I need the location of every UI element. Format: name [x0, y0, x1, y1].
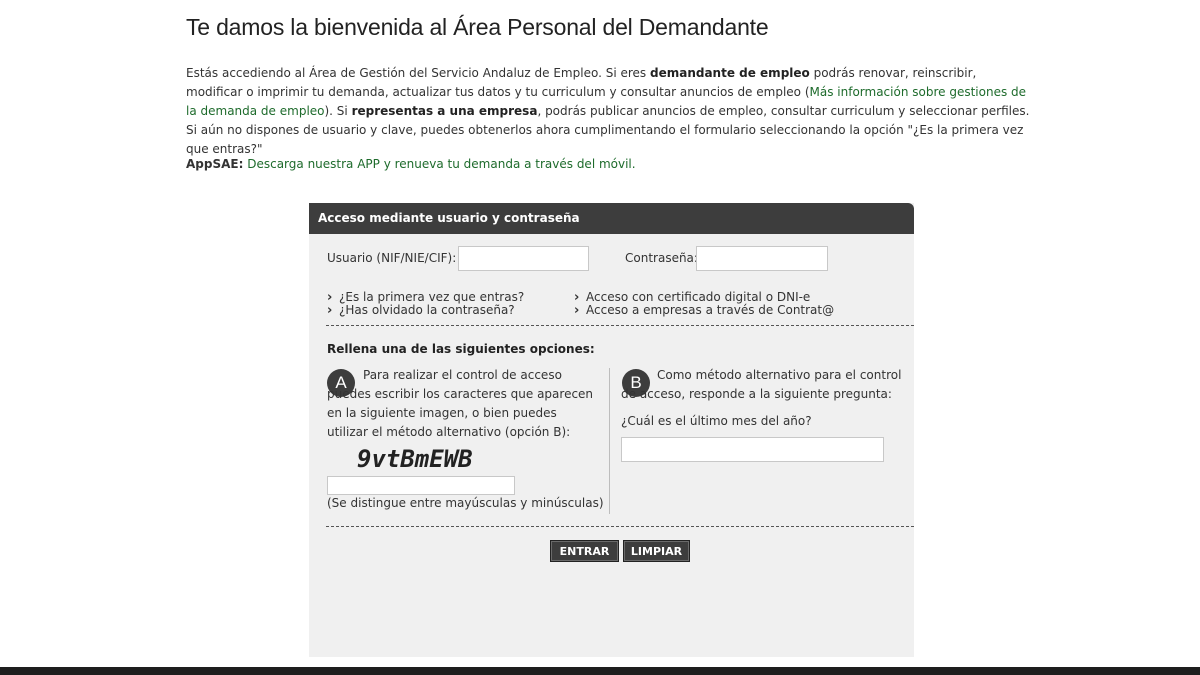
bottom-bar: [0, 667, 1200, 675]
chevron-right-icon: ›: [327, 303, 333, 318]
first-time-link-label: ¿Es la primera vez que entras?: [339, 290, 525, 304]
captcha-input[interactable]: [327, 476, 515, 495]
option-a-text: Para realizar el control de acceso puede…: [327, 368, 594, 439]
intro-paragraph: Estás accediendo al Área de Gestión del …: [186, 64, 1036, 159]
options-title: Rellena una de las siguientes opciones:: [327, 342, 595, 356]
chevron-right-icon: ›: [574, 303, 580, 318]
login-panel-title: Acceso mediante usuario y contraseña: [309, 203, 914, 234]
captcha-image: 9vtBmEWB: [357, 445, 473, 473]
intro-bold-demandante: demandante de empleo: [649, 66, 810, 80]
certificate-access-link-label: Acceso con certificado digital o DNI-e: [586, 290, 811, 304]
contrata-access-link[interactable]: › Acceso a empresas a través de Contrat@: [574, 303, 834, 318]
login-panel: Acceso mediante usuario y contraseña Usu…: [309, 203, 914, 657]
options-separator: [609, 368, 610, 514]
captcha-hint: (Se distingue entre mayúsculas y minúscu…: [327, 496, 604, 510]
intro-text-3: ). Si: [324, 104, 352, 118]
option-b-text: Como método alternativo para el control …: [621, 368, 902, 401]
intro-text-1: Estás accediendo al Área de Gestión del …: [186, 66, 650, 80]
forgot-password-link[interactable]: › ¿Has olvidado la contraseña?: [327, 303, 515, 318]
page-title: Te damos la bienvenida al Área Personal …: [186, 14, 769, 40]
security-answer-input[interactable]: [621, 437, 884, 462]
appsae-line: AppSAE: Descarga nuestra APP y renueva t…: [186, 157, 636, 171]
divider: [326, 325, 914, 326]
user-label: Usuario (NIF/NIE/CIF):: [327, 251, 457, 265]
user-input[interactable]: [458, 246, 589, 271]
enter-button[interactable]: ENTRAR: [550, 540, 619, 562]
forgot-password-link-label: ¿Has olvidado la contraseña?: [339, 303, 515, 317]
intro-bold-empresa: representas a una empresa: [351, 104, 538, 118]
divider: [326, 526, 914, 527]
appsae-label: AppSAE:: [186, 157, 244, 171]
contrata-access-link-label: Acceso a empresas a través de Contrat@: [586, 303, 835, 317]
password-label: Contraseña:: [625, 251, 698, 265]
security-question: ¿Cuál es el último mes del año?: [621, 414, 812, 428]
clear-button[interactable]: LIMPIAR: [623, 540, 690, 562]
password-input[interactable]: [696, 246, 828, 271]
appsae-download-link[interactable]: Descarga nuestra APP y renueva tu demand…: [247, 157, 635, 171]
